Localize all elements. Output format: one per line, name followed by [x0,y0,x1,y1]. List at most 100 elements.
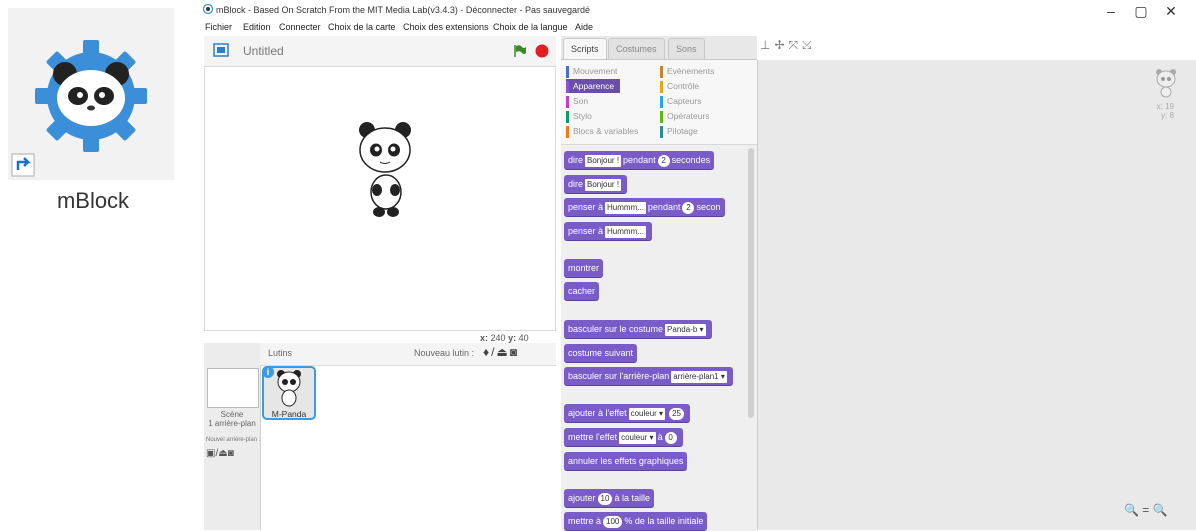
palette-scrollbar[interactable] [748,148,754,418]
delete-icon[interactable]: ✢ [774,38,788,52]
category-operateurs[interactable]: Opérateurs [660,109,710,123]
scripts-sprite-coordinates: x: 19 y: 8 [1152,102,1174,120]
block-number-input[interactable]: 0 [664,431,677,444]
block-change-size[interactable]: ajouter 10 à la taille [564,489,654,507]
block-set-effect[interactable]: mettre l'effet couleur ▾ à 0 [564,428,683,446]
block-dropdown[interactable]: arrière-plan1 ▾ [671,370,727,383]
block-change-effect[interactable]: ajouter à l'effet couleur ▾ 25 [564,404,690,422]
grow-icon[interactable]: ⤧ [789,38,803,52]
zoom-in-icon[interactable]: 🔍 [1153,503,1168,517]
new-sprite-label: Nouveau lutin : [414,348,475,358]
block-set-size[interactable]: mettre à 100% de la taille initiale [564,512,708,530]
block-text: montrer [568,263,600,273]
block-text: % de la taille initiale [624,516,704,526]
sprite-x-label: x: [1156,102,1163,111]
block-input[interactable]: Bonjour ! [585,178,622,191]
category-label: Pilotage [667,126,698,136]
mblock-desktop-shortcut[interactable] [8,8,174,180]
category-swatch [660,95,663,108]
block-input[interactable]: Hummm... [605,225,646,238]
sprite-y-label: y: [1161,111,1168,120]
block-text: mettre à [568,516,602,526]
block-switch-costume[interactable]: basculer sur le costume Panda-b ▾ [564,320,712,338]
backdrop-camera-icon[interactable]: ◙ [228,448,234,459]
block-text: secon [696,202,721,212]
category-label: Opérateurs [667,111,710,121]
menu-connecter[interactable]: Connecter [279,22,321,32]
block-number-input[interactable]: 2 [657,154,670,167]
block-text: ajouter à l'effet [568,408,627,418]
category-label: Apparence [573,81,615,91]
block-show[interactable]: montrer [564,259,604,277]
maximize-icon: ▢ [1134,3,1148,19]
panda-sprite[interactable] [358,120,412,224]
backdrop-upload-icon[interactable]: ⏏ [218,448,227,459]
zoom-out-icon[interactable]: 🔍 [1124,503,1139,517]
block-text: penser à [568,226,604,236]
zoom-reset-icon[interactable]: = [1142,503,1149,517]
menu-choix-langue[interactable]: Choix de la langue [493,22,568,32]
block-dropdown[interactable]: couleur ▾ [628,407,666,420]
sprite-y-row: y: 8 [1152,111,1174,120]
shrink-icon[interactable]: ⤩ [802,38,816,52]
block-think-for-secs[interactable]: penser à Hummm... pendant 2 secon [564,198,725,216]
category-evenements[interactable]: Evènements [660,64,714,78]
category-mouvement[interactable]: Mouvement [566,64,617,78]
sprite-camera-icon[interactable]: ◙ [510,345,519,359]
category-swatch [566,65,569,78]
block-say[interactable]: dire Bonjour ! [564,175,628,193]
category-controle[interactable]: Contrôle [660,79,699,93]
maximize-button[interactable]: ▢ [1128,2,1154,20]
block-input[interactable]: Hummm... [605,201,646,214]
block-hide[interactable]: cacher [564,282,600,300]
category-blocs-variables[interactable]: Blocs & variables [566,124,638,138]
presentation-mode-icon[interactable] [213,43,229,57]
category-label: Evènements [667,66,715,76]
scripts-sprite-panda-icon [1156,69,1176,98]
close-button[interactable]: ✕ [1158,2,1184,20]
tab-sons[interactable]: Sons [668,38,705,59]
menu-fichier[interactable]: Fichier [205,22,232,32]
menu-choix-extensions[interactable]: Choix des extensions [403,22,489,32]
block-clear-effects[interactable]: annuler les effets graphiques [564,452,688,470]
scripts-area[interactable] [757,60,1196,530]
sprite-library-icon[interactable]: ♦ [483,345,491,359]
duplicate-icon[interactable]: ⊥ [760,38,774,52]
block-input[interactable]: Bonjour ! [585,154,622,167]
close-icon: ✕ [1165,3,1177,19]
coord-x-label: x: [480,333,489,343]
mblock-small-icon [203,4,213,14]
block-number-input[interactable]: 10 [597,492,613,505]
scene-thumbnail[interactable] [207,368,259,408]
category-pilotage[interactable]: Pilotage [660,124,698,138]
sprite-y-value: 8 [1169,111,1174,120]
category-stylo[interactable]: Stylo [566,109,592,123]
category-swatch [566,110,569,123]
tab-costumes[interactable]: Costumes [608,38,665,59]
stop-icon[interactable] [535,44,549,58]
block-think[interactable]: penser à Hummm... [564,222,652,240]
menu-choix-carte[interactable]: Choix de la carte [328,22,396,32]
category-capteurs[interactable]: Capteurs [660,94,702,108]
block-number-input[interactable]: 2 [682,201,695,214]
new-backdrop-tools: ▣/⏏◙ [206,448,234,459]
scene-label: Scène [220,410,244,419]
block-number-input[interactable]: 100 [603,515,623,528]
menu-edition[interactable]: Edition [243,22,271,32]
minimize-icon: – [1107,3,1115,19]
sprite-info-icon[interactable]: i [262,366,274,378]
minimize-button[interactable]: – [1098,2,1124,20]
menu-aide[interactable]: Aide [575,22,593,32]
block-next-costume[interactable]: costume suivant [564,344,638,362]
block-say-for-secs[interactable]: dire Bonjour ! pendant 2 secondes [564,151,715,169]
category-apparence[interactable]: Apparence [566,79,621,93]
green-flag-icon[interactable] [513,44,527,58]
project-title[interactable]: Untitled [243,44,284,58]
block-switch-backdrop[interactable]: basculer sur l'arrière-plan arrière-plan1… [564,367,733,385]
category-son[interactable]: Son [566,94,588,108]
block-number-input[interactable]: 25 [669,407,684,420]
sprite-upload-icon[interactable]: ⏏ [496,345,509,359]
block-dropdown[interactable]: Panda-b ▾ [665,323,706,336]
tab-scripts[interactable]: Scripts [563,38,607,59]
block-dropdown[interactable]: couleur ▾ [619,431,656,444]
